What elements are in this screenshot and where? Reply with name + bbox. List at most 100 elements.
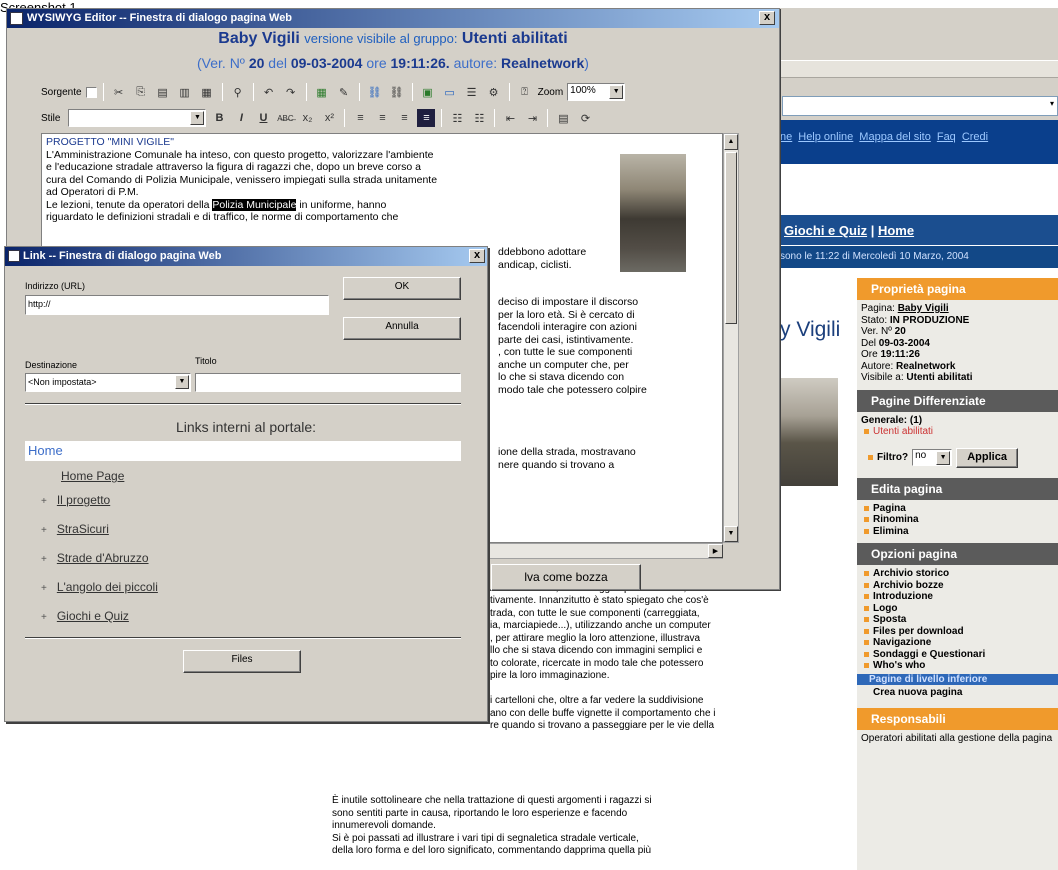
- editor-vscroll[interactable]: ▲ ▼: [723, 133, 739, 543]
- table-icon[interactable]: ▦: [313, 83, 331, 101]
- cut-icon[interactable]: ✂: [110, 83, 128, 101]
- save-draft-button[interactable]: lva come bozza: [491, 564, 641, 591]
- apply-button[interactable]: Applica: [956, 447, 1019, 468]
- close-icon[interactable]: x: [759, 11, 775, 25]
- scroll-up-icon[interactable]: ▲: [724, 134, 738, 150]
- scroll-down-icon[interactable]: ▼: [724, 526, 738, 542]
- new-page-link[interactable]: Crea nuova pagina: [857, 685, 1058, 708]
- unlink-icon[interactable]: ⛓: [388, 83, 406, 101]
- scroll-right-icon[interactable]: ▶: [708, 544, 723, 558]
- address-input[interactable]: [782, 96, 1058, 116]
- expand-plus-icon[interactable]: +: [41, 583, 47, 594]
- special-char-icon[interactable]: ⚙: [485, 83, 503, 101]
- redo-icon[interactable]: ↷: [282, 83, 300, 101]
- ordered-list-icon[interactable]: ☷: [448, 109, 466, 127]
- paste-word-icon[interactable]: ▦: [198, 83, 216, 101]
- article-line: tivamente. Innanzitutto è stato spiegato…: [490, 595, 709, 606]
- properties-header: Proprietà pagina: [857, 278, 1058, 300]
- tree-link[interactable]: Giochi e Quiz: [57, 609, 129, 623]
- url-value: http://: [28, 299, 51, 309]
- align-center-icon[interactable]: ≡: [373, 109, 391, 127]
- url-label: Indirizzo (URL): [25, 281, 86, 291]
- subscript-icon[interactable]: x₂: [298, 109, 316, 127]
- expand-plus-icon[interactable]: +: [41, 525, 47, 536]
- article-line: [490, 683, 850, 696]
- box-icon[interactable]: ▭: [441, 83, 459, 101]
- edit-item[interactable]: Pagina: [861, 503, 1054, 515]
- block-icon[interactable]: ▤: [554, 109, 572, 127]
- home-page-link[interactable]: Home Page: [61, 469, 124, 483]
- tree-link[interactable]: L'angolo dei piccoli: [57, 580, 158, 594]
- pen-icon[interactable]: ✎: [335, 83, 353, 101]
- source-checkbox[interactable]: [85, 86, 97, 98]
- diff-item[interactable]: Utenti abilitati: [861, 426, 1054, 438]
- title-input[interactable]: [195, 373, 461, 392]
- nav-link-sitemap[interactable]: Mappa del sito: [859, 131, 931, 143]
- align-right-icon[interactable]: ≡: [395, 109, 413, 127]
- bold-icon[interactable]: B: [210, 109, 228, 127]
- undo-icon[interactable]: ↶: [260, 83, 278, 101]
- copy-icon[interactable]: ⎘: [132, 83, 150, 101]
- edit-item[interactable]: Elimina: [861, 526, 1054, 538]
- article-line: ano con delle buffe vignette il comporta…: [490, 707, 716, 719]
- justify-icon[interactable]: ≡: [417, 109, 436, 127]
- option-item[interactable]: Archivio bozze: [861, 580, 1054, 592]
- zoom-select[interactable]: 100% ▼: [567, 83, 626, 101]
- option-item[interactable]: Navigazione: [861, 637, 1054, 649]
- address-dropdown-icon[interactable]: ▾: [1050, 99, 1054, 108]
- expand-plus-icon[interactable]: +: [41, 554, 47, 565]
- style-select[interactable]: ▼: [68, 109, 207, 127]
- nav-link-credits[interactable]: Credi: [962, 131, 988, 143]
- nav-link-help[interactable]: Help online: [798, 131, 853, 143]
- image-icon[interactable]: ▣: [419, 83, 437, 101]
- ok-button[interactable]: OK: [343, 277, 461, 300]
- expand-plus-icon[interactable]: +: [41, 496, 47, 507]
- home-item[interactable]: Home: [25, 441, 461, 461]
- child-photo: [780, 378, 838, 486]
- cancel-button[interactable]: Annulla: [343, 317, 461, 340]
- outdent-icon[interactable]: ⇤: [501, 109, 519, 127]
- hr-icon[interactable]: ☰: [463, 83, 481, 101]
- url-input[interactable]: http://: [25, 295, 329, 315]
- option-item[interactable]: Sposta: [861, 614, 1054, 626]
- ver-prefix: (Ver. Nº: [197, 55, 245, 71]
- tree-link[interactable]: Strade d'Abruzzo: [57, 551, 149, 565]
- strikethrough-icon[interactable]: A̶B̶C̶: [276, 109, 294, 127]
- superscript-icon[interactable]: x²: [320, 109, 338, 127]
- option-item[interactable]: Sondaggi e Questionari: [861, 649, 1054, 661]
- paste-text-icon[interactable]: ▥: [176, 83, 194, 101]
- chevron-down-icon: ▼: [609, 85, 624, 99]
- expand-plus-icon[interactable]: +: [41, 612, 47, 623]
- option-item[interactable]: Archivio storico: [861, 568, 1054, 580]
- indent-icon[interactable]: ⇥: [523, 109, 541, 127]
- lower-pages-link[interactable]: Pagine di livello inferiore: [857, 673, 1058, 685]
- bullet-list-icon[interactable]: ☷: [470, 109, 488, 127]
- align-left-icon[interactable]: ≡: [351, 109, 369, 127]
- page-name: Baby Vigili: [218, 30, 300, 47]
- nav-link-fragment[interactable]: ne: [780, 131, 792, 143]
- paste-icon[interactable]: ▤: [154, 83, 172, 101]
- link-icon[interactable]: ⛓: [366, 83, 384, 101]
- scroll-thumb[interactable]: [725, 152, 737, 324]
- nav-link-faq[interactable]: Faq: [937, 131, 956, 143]
- find-icon[interactable]: ⚲: [229, 83, 247, 101]
- clean-icon[interactable]: ⟳: [576, 109, 594, 127]
- ver-date: 09-03-2004: [290, 55, 363, 71]
- underline-icon[interactable]: U: [254, 109, 272, 127]
- option-item[interactable]: Who's who: [861, 660, 1054, 672]
- property-value: IN PRODUZIONE: [889, 314, 970, 326]
- edit-item[interactable]: Rinomina: [861, 514, 1054, 526]
- close-icon[interactable]: x: [469, 249, 485, 263]
- option-item[interactable]: Introduzione: [861, 591, 1054, 603]
- filter-select[interactable]: no ▼: [912, 449, 953, 466]
- breadcrumb-games[interactable]: Giochi e Quiz: [784, 223, 867, 238]
- tree-link[interactable]: StraSicuri: [57, 522, 109, 536]
- help-icon[interactable]: ⍰: [516, 83, 534, 101]
- target-select[interactable]: <Non impostata> ▼: [25, 373, 191, 392]
- tree-link[interactable]: Il progetto: [57, 493, 110, 507]
- files-button[interactable]: Files: [183, 650, 301, 673]
- italic-icon[interactable]: I: [232, 109, 250, 127]
- option-item[interactable]: Files per download: [861, 626, 1054, 638]
- breadcrumb-home[interactable]: Home: [878, 223, 914, 238]
- option-item[interactable]: Logo: [861, 603, 1054, 615]
